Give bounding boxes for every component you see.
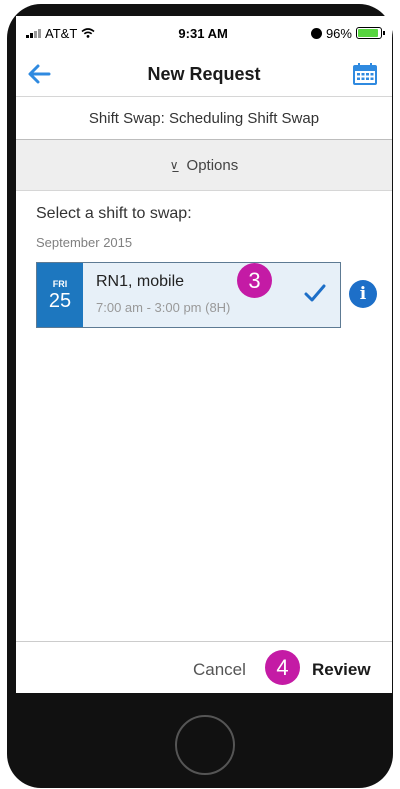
back-arrow-icon[interactable]	[26, 62, 52, 86]
battery-icon	[355, 27, 385, 39]
request-type-header: Shift Swap: Scheduling Shift Swap	[16, 97, 392, 140]
shift-day-of-week: FRI	[52, 279, 68, 289]
status-time: 9:31 AM	[178, 25, 228, 41]
step-4-badge: 4	[265, 650, 300, 685]
status-left: AT&T	[26, 26, 95, 41]
page-title: New Request	[147, 63, 261, 84]
options-toggle[interactable]: ∨̲ Options	[16, 140, 392, 191]
calendar-icon[interactable]	[352, 62, 378, 86]
month-label: September 2015	[36, 235, 133, 250]
shift-title: RN1, mobile	[96, 273, 185, 290]
double-chevron-down-icon: ∨̲	[169, 158, 179, 172]
wifi-icon	[81, 28, 95, 38]
status-right: 96%	[310, 25, 385, 41]
select-shift-prompt: Select a shift to swap:	[36, 205, 192, 222]
options-label: Options	[186, 156, 239, 174]
carrier-label: AT&T	[45, 25, 78, 41]
checkmark-icon	[304, 284, 326, 302]
shift-time-range: 7:00 am - 3:00 pm (8H)	[96, 300, 231, 315]
review-button[interactable]: Review	[312, 660, 371, 680]
bottom-action-bar: Cancel Review	[16, 641, 392, 693]
status-bar: AT&T 9:31 AM 96%	[16, 16, 392, 50]
shift-item[interactable]: FRI 25 RN1, mobile 7:00 am - 3:00 pm (8H…	[36, 262, 341, 328]
home-button[interactable]	[175, 715, 235, 775]
shift-date-badge: FRI 25	[37, 263, 83, 327]
signal-icon	[26, 28, 41, 38]
shift-day-number: 25	[48, 290, 72, 312]
step-3-badge: 3	[237, 263, 272, 298]
cancel-button[interactable]: Cancel	[193, 660, 246, 680]
alarm-icon	[310, 27, 322, 39]
battery-percent: 96%	[325, 25, 352, 41]
app-screen: AT&T 9:31 AM 96% New Request Shift Swap:…	[16, 16, 392, 693]
nav-bar: New Request	[16, 52, 392, 97]
info-icon[interactable]: i	[349, 280, 377, 308]
